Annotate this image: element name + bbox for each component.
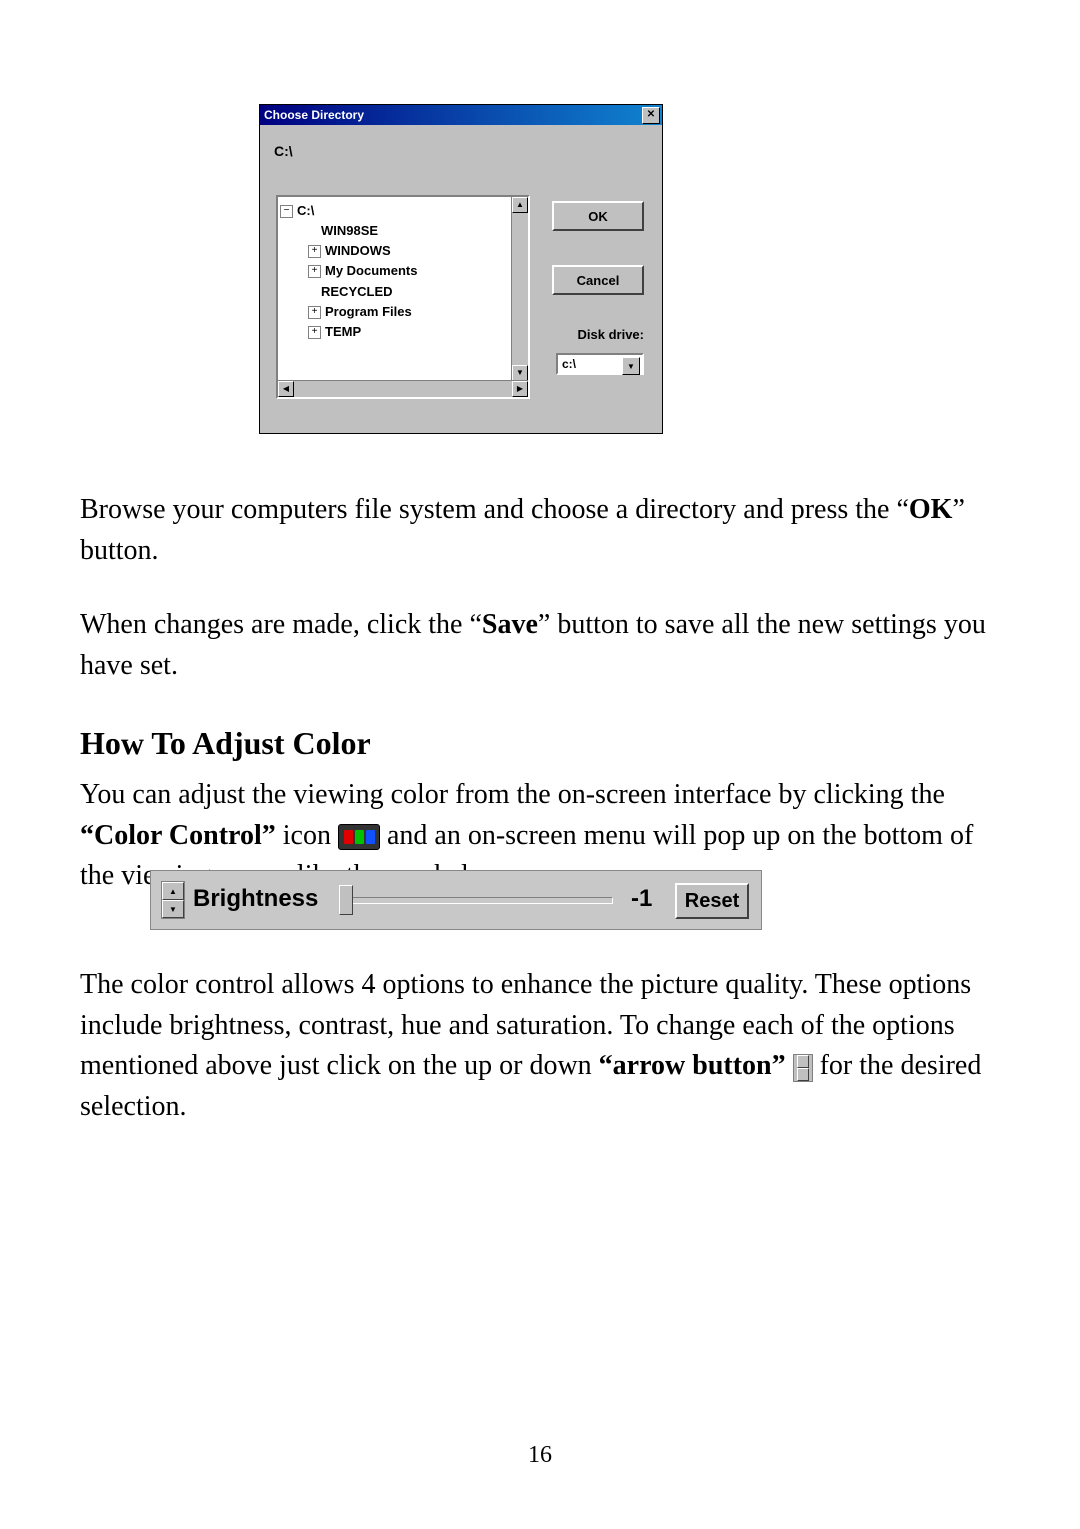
tree-root[interactable]: −C:\ (280, 201, 526, 221)
current-path: C:\ (274, 143, 648, 159)
close-icon[interactable]: ✕ (642, 107, 660, 124)
brightness-bar: ▲ ▼ Brightness -1 Reset (150, 870, 762, 930)
paragraph: The color control allows 4 options to en… (80, 965, 1000, 1127)
expand-icon[interactable]: + (308, 306, 321, 319)
tree-node[interactable]: +TEMP (280, 322, 526, 342)
expand-icon[interactable]: + (308, 245, 321, 258)
tree-node[interactable]: +WINDOWS (280, 241, 526, 261)
option-stepper[interactable]: ▲ ▼ (161, 881, 185, 919)
tree-node[interactable]: +My Documents (280, 261, 526, 281)
arrow-button-icon (793, 1054, 813, 1082)
reset-button[interactable]: Reset (675, 883, 749, 919)
dialog-title: Choose Directory (264, 108, 364, 122)
directory-tree[interactable]: −C:\ WIN98SE +WINDOWS +My Documents RECY… (276, 195, 530, 399)
scroll-up-icon[interactable]: ▲ (512, 197, 528, 213)
tree-node[interactable]: RECYCLED (280, 282, 526, 302)
vertical-scrollbar[interactable]: ▲ ▼ (511, 197, 528, 381)
scroll-left-icon[interactable]: ◀ (278, 381, 294, 397)
color-control-icon (338, 824, 380, 850)
chevron-down-icon[interactable]: ▼ (622, 357, 640, 375)
cancel-button[interactable]: Cancel (552, 265, 644, 295)
scroll-right-icon[interactable]: ▶ (512, 381, 528, 397)
disk-drive-select[interactable]: c:\ ▼ (556, 353, 644, 375)
expand-icon[interactable]: + (308, 265, 321, 278)
horizontal-scrollbar[interactable]: ◀ ▶ (278, 380, 528, 397)
section-heading: How To Adjust Color (80, 725, 371, 762)
tree-node[interactable]: WIN98SE (280, 221, 526, 241)
scroll-down-icon[interactable]: ▼ (512, 365, 528, 381)
tree-node[interactable]: +Program Files (280, 302, 526, 322)
brightness-label: Brightness (193, 885, 318, 913)
dialog-titlebar: Choose Directory ✕ (260, 105, 662, 125)
arrow-down-icon[interactable]: ▼ (162, 900, 184, 918)
brightness-value: -1 (631, 885, 652, 913)
choose-directory-dialog: Choose Directory ✕ C:\ −C:\ WIN98SE +WIN… (259, 104, 663, 434)
brightness-slider[interactable] (341, 897, 613, 904)
slider-thumb[interactable] (339, 885, 353, 915)
ok-button[interactable]: OK (552, 201, 644, 231)
paragraph: Browse your computers file system and ch… (80, 490, 1000, 571)
paragraph: When changes are made, click the “Save” … (80, 605, 1000, 686)
arrow-up-icon[interactable]: ▲ (162, 882, 184, 900)
page-number: 16 (0, 1442, 1080, 1469)
disk-drive-label: Disk drive: (578, 327, 644, 342)
expand-icon[interactable]: + (308, 326, 321, 339)
collapse-icon[interactable]: − (280, 205, 293, 218)
